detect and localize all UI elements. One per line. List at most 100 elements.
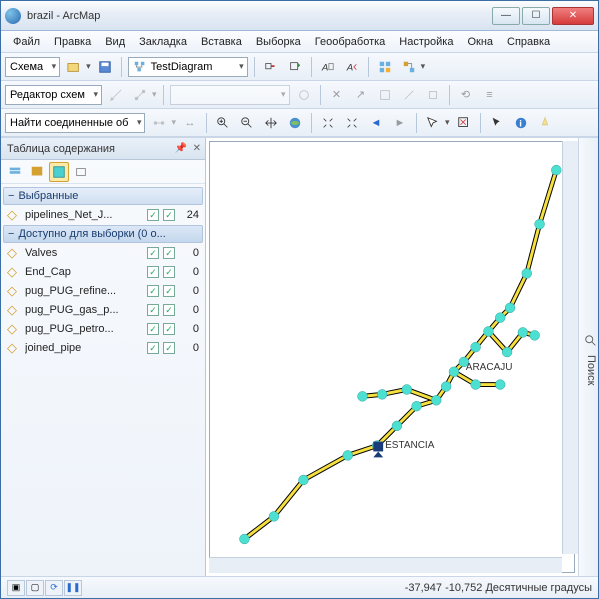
expander-icon[interactable]: − bbox=[8, 190, 14, 202]
update-diagram-icon[interactable] bbox=[285, 57, 305, 77]
map-canvas[interactable]: ARACAJUESTANCIA bbox=[209, 141, 575, 573]
list-by-visibility-icon[interactable] bbox=[71, 162, 91, 182]
layer-item[interactable]: joined_pipe ✓ ✓ 0 bbox=[3, 339, 203, 357]
visible-checkbox[interactable]: ✓ bbox=[163, 285, 175, 297]
editor-label: Редактор схем bbox=[10, 89, 85, 101]
close-panel-icon[interactable]: ✕ bbox=[193, 143, 201, 154]
app-window: brazil - ArcMap — ☐ ✕ Файл Правка Вид За… bbox=[0, 0, 599, 599]
layer-item[interactable]: Valves ✓ ✓ 0 bbox=[3, 244, 203, 262]
selectable-checkbox[interactable]: ✓ bbox=[147, 285, 159, 297]
full-extent-icon[interactable] bbox=[285, 113, 305, 133]
menu-windows[interactable]: Окна bbox=[461, 34, 499, 50]
feature-count: 0 bbox=[179, 342, 199, 354]
refresh-button[interactable]: ⟳ bbox=[45, 580, 63, 596]
svg-text:i: i bbox=[519, 118, 522, 129]
layer-icon bbox=[7, 246, 21, 260]
menu-file[interactable]: Файл bbox=[7, 34, 46, 50]
list-by-selection-icon[interactable] bbox=[49, 162, 69, 182]
search-panel-collapsed[interactable]: Поиск bbox=[578, 138, 598, 576]
list-by-drawing-icon[interactable] bbox=[5, 162, 25, 182]
zoom-in-fixed-icon[interactable] bbox=[318, 113, 338, 133]
visible-checkbox[interactable]: ✓ bbox=[163, 247, 175, 259]
pan-icon[interactable] bbox=[261, 113, 281, 133]
visible-checkbox[interactable]: ✓ bbox=[163, 304, 175, 316]
toc-tree[interactable]: − Выбранные pipelines_Net_J... ✓ ✓ 24 − … bbox=[1, 184, 205, 576]
layout-combo bbox=[170, 85, 290, 105]
diagram-combo-text: TestDiagram bbox=[151, 61, 213, 73]
dropdown-arrow-icon[interactable]: ▾ bbox=[421, 61, 426, 72]
selectable-checkbox[interactable]: ✓ bbox=[147, 247, 159, 259]
selectable-checkbox[interactable]: ✓ bbox=[147, 342, 159, 354]
schema-dropdown[interactable]: Схема bbox=[5, 57, 60, 77]
layer-name: pug_PUG_refine... bbox=[25, 285, 143, 297]
layer-item[interactable]: pug_PUG_refine... ✓ ✓ 0 bbox=[3, 282, 203, 300]
zoom-in-icon[interactable] bbox=[213, 113, 233, 133]
menu-customize[interactable]: Настройка bbox=[393, 34, 459, 50]
close-button[interactable]: ✕ bbox=[552, 7, 594, 25]
selectable-checkbox[interactable]: ✓ bbox=[147, 266, 159, 278]
zoom-out-icon[interactable] bbox=[237, 113, 257, 133]
menu-view[interactable]: Вид bbox=[99, 34, 131, 50]
layout-task-icon[interactable]: A bbox=[318, 57, 338, 77]
menu-help[interactable]: Справка bbox=[501, 34, 556, 50]
schematic-builder-icon[interactable] bbox=[399, 57, 419, 77]
layer-item[interactable]: End_Cap ✓ ✓ 0 bbox=[3, 263, 203, 281]
map-label: ESTANCIA bbox=[385, 440, 434, 451]
select-elements-icon[interactable] bbox=[487, 113, 507, 133]
visible-checkbox[interactable]: ✓ bbox=[163, 342, 175, 354]
menubar: Файл Правка Вид Закладка Вставка Выборка… bbox=[1, 31, 598, 53]
expander-icon[interactable]: − bbox=[8, 228, 14, 240]
save-diagram-icon[interactable] bbox=[95, 57, 115, 77]
menu-edit[interactable]: Правка bbox=[48, 34, 97, 50]
decrease-symbol-icon[interactable]: A bbox=[342, 57, 362, 77]
layer-item[interactable]: pug_PUG_gas_p... ✓ ✓ 0 bbox=[3, 301, 203, 319]
hyperlink-icon bbox=[535, 113, 555, 133]
zoom-out-fixed-icon[interactable] bbox=[342, 113, 362, 133]
search-icon bbox=[584, 334, 598, 348]
menu-geoprocessing[interactable]: Геообработка bbox=[309, 34, 392, 50]
titlebar[interactable]: brazil - ArcMap — ☐ ✕ bbox=[1, 1, 598, 31]
pause-drawing-button[interactable]: ❚❚ bbox=[64, 580, 82, 596]
dropdown-arrow-icon[interactable]: ▾ bbox=[86, 61, 91, 72]
prev-extent-icon[interactable]: ◄ bbox=[366, 113, 386, 133]
feature-count: 0 bbox=[179, 247, 199, 259]
layout-view-button[interactable]: ▢ bbox=[26, 580, 44, 596]
dropdown-arrow-icon[interactable]: ▾ bbox=[445, 117, 450, 128]
layer-item[interactable]: pug_PUG_petro... ✓ ✓ 0 bbox=[3, 320, 203, 338]
pin-icon[interactable]: 📌 bbox=[175, 143, 187, 154]
selectable-checkbox[interactable]: ✓ bbox=[147, 323, 159, 335]
diagram-combo[interactable]: TestDiagram bbox=[128, 57, 248, 77]
horizontal-scrollbar[interactable] bbox=[209, 557, 562, 573]
select-features-icon[interactable] bbox=[423, 113, 443, 133]
visible-checkbox[interactable]: ✓ bbox=[163, 266, 175, 278]
find-connected-combo[interactable]: Найти соединенные об bbox=[5, 113, 145, 133]
visible-checkbox[interactable]: ✓ bbox=[163, 209, 175, 221]
tool-5-icon bbox=[423, 85, 443, 105]
open-diagram-icon[interactable] bbox=[64, 57, 84, 77]
visible-checkbox[interactable]: ✓ bbox=[163, 323, 175, 335]
group-selected[interactable]: − Выбранные bbox=[3, 187, 203, 205]
dropdown-arrow-icon: ▾ bbox=[152, 89, 157, 100]
clear-selection-icon[interactable] bbox=[454, 113, 474, 133]
selectable-checkbox[interactable]: ✓ bbox=[147, 209, 159, 221]
data-view-button[interactable]: ▣ bbox=[7, 580, 25, 596]
minimize-button[interactable]: — bbox=[492, 7, 520, 25]
group-label: Доступно для выборки (0 о... bbox=[18, 228, 165, 240]
schematic-editor-dropdown[interactable]: Редактор схем bbox=[5, 85, 102, 105]
align-icon: ≡ bbox=[480, 85, 500, 105]
menu-selection[interactable]: Выборка bbox=[250, 34, 307, 50]
identify-icon[interactable]: i bbox=[511, 113, 531, 133]
toc-title[interactable]: Таблица содержания 📌 ✕ bbox=[1, 138, 205, 160]
tool-2-icon: ↗ bbox=[351, 85, 371, 105]
propagate-icon[interactable] bbox=[261, 57, 281, 77]
menu-insert[interactable]: Вставка bbox=[195, 34, 248, 50]
layer-name: pug_PUG_gas_p... bbox=[25, 304, 143, 316]
list-by-source-icon[interactable] bbox=[27, 162, 47, 182]
selectable-checkbox[interactable]: ✓ bbox=[147, 304, 159, 316]
layer-item[interactable]: pipelines_Net_J... ✓ ✓ 24 bbox=[3, 206, 203, 224]
maximize-button[interactable]: ☐ bbox=[522, 7, 550, 25]
group-available[interactable]: − Доступно для выборки (0 о... bbox=[3, 225, 203, 243]
schematic-options-icon[interactable] bbox=[375, 57, 395, 77]
menu-bookmark[interactable]: Закладка bbox=[133, 34, 193, 50]
vertical-scrollbar[interactable] bbox=[562, 141, 578, 554]
